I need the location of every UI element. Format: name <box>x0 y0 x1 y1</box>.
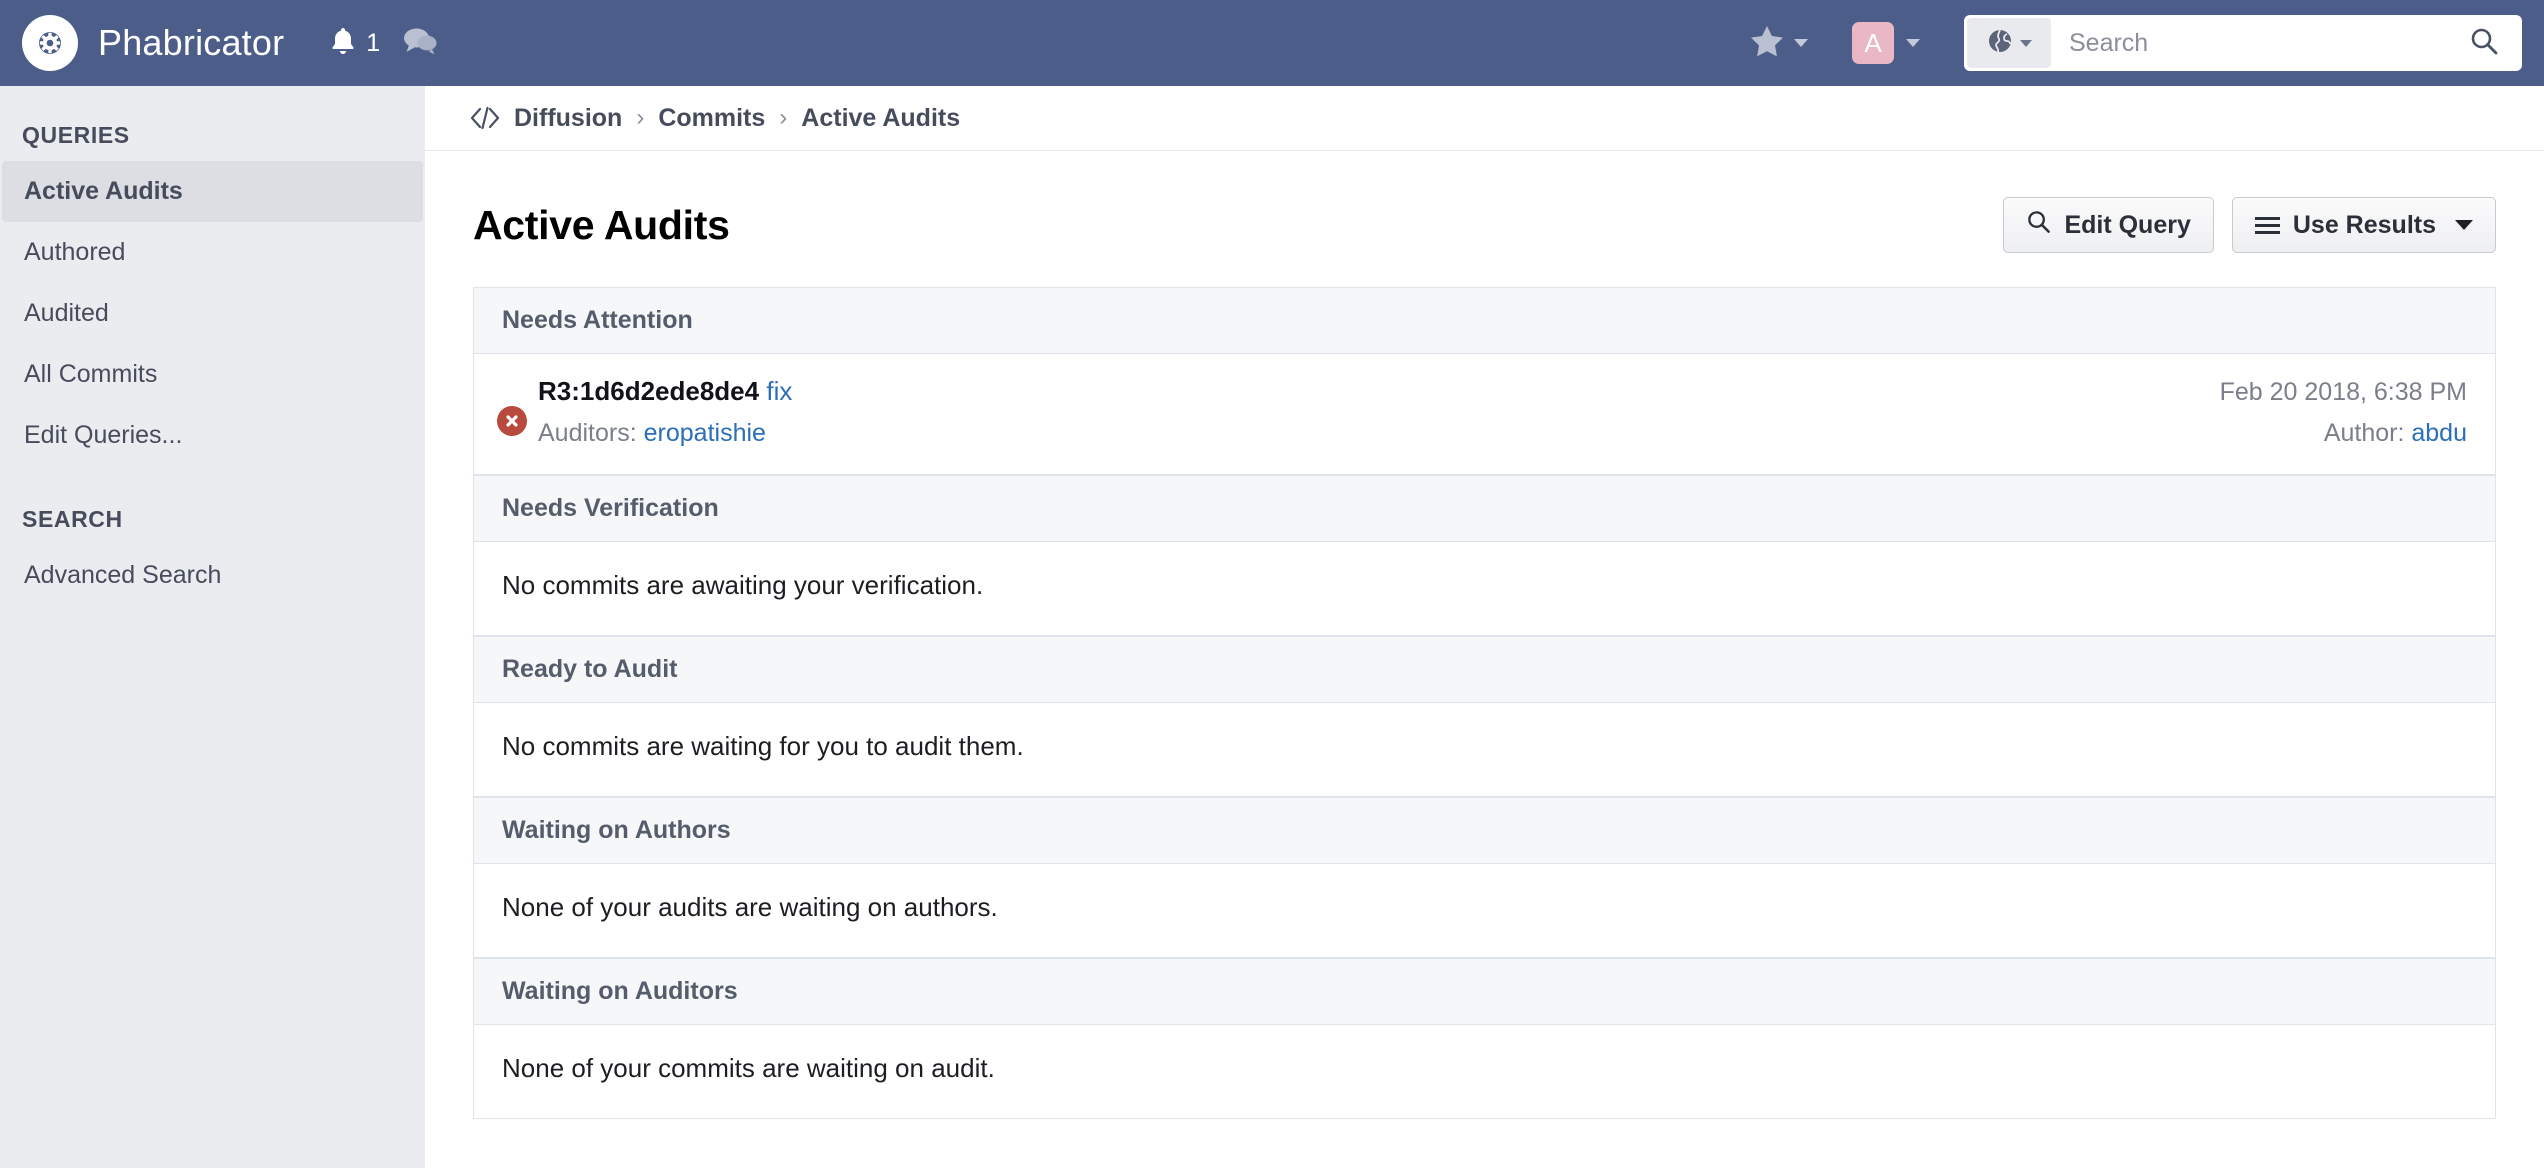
commit-author: Author: abdu <box>2220 419 2467 448</box>
use-results-label: Use Results <box>2292 210 2436 239</box>
author-link[interactable]: abdu <box>2411 419 2467 447</box>
commit-date: Feb 20 2018, 6:38 PM <box>2219 378 2467 406</box>
sidebar-item-active-audits[interactable]: Active Audits <box>2 161 423 222</box>
sidebar-section-queries-label: QUERIES <box>22 122 130 148</box>
sidebar-item-label: Audited <box>24 299 109 327</box>
commit-details: R3:1d6d2ede8de4 fix Auditors: eropatishi… <box>538 376 2190 448</box>
chat-bubbles-icon <box>402 26 438 61</box>
sidebar: QUERIES Active Audits Authored Audited A… <box>0 86 425 1168</box>
brand-title: Phabricator <box>98 22 285 63</box>
breadcrumb-item-active-audits: Active Audits <box>801 103 961 132</box>
main-content: Diffusion › Commits › Active Audits Acti… <box>425 86 2544 1168</box>
globe-icon <box>1987 28 2013 59</box>
commit-meta: Feb 20 2018, 6:38 PM Author: abdu <box>2190 376 2467 448</box>
breadcrumb-item-commits[interactable]: Commits <box>658 104 765 133</box>
section-empty-ready-to-audit: No commits are waiting for you to audit … <box>474 703 2495 797</box>
sidebar-item-advanced-search[interactable]: Advanced Search <box>2 545 423 606</box>
sidebar-item-authored[interactable]: Authored <box>2 222 423 283</box>
code-brackets-icon <box>470 106 500 130</box>
favorites-menu-button[interactable] <box>1734 19 1824 68</box>
header-right-tools: A <box>1734 15 2544 71</box>
search-input[interactable] <box>2051 28 2459 58</box>
user-menu-button[interactable]: A <box>1836 16 1936 70</box>
search-icon <box>2469 26 2499 61</box>
sidebar-item-label: Advanced Search <box>24 561 222 589</box>
hamburger-icon <box>2254 216 2280 234</box>
breadcrumb: Diffusion › Commits › Active Audits <box>425 86 2544 151</box>
section-header-waiting-on-authors: Waiting on Authors <box>474 797 2495 864</box>
sidebar-item-label: Authored <box>24 238 126 266</box>
commit-row[interactable]: R3:1d6d2ede8de4 fix Auditors: eropatishi… <box>474 354 2495 475</box>
sidebar-item-all-commits[interactable]: All Commits <box>2 344 423 405</box>
brand-home-link[interactable]: Phabricator <box>0 15 284 71</box>
section-empty-needs-verification: No commits are awaiting your verificatio… <box>474 542 2495 636</box>
auditors-label: Auditors: <box>538 419 637 447</box>
commit-title-line: R3:1d6d2ede8de4 fix <box>538 376 2190 407</box>
search-scope-button[interactable] <box>1967 18 2051 68</box>
page-title: Active Audits <box>473 201 730 248</box>
red-x-circle-icon <box>497 406 527 436</box>
breadcrumb-item-diffusion[interactable]: Diffusion <box>514 104 622 133</box>
page-actions: Edit Query Use Results <box>2003 197 2496 253</box>
search-icon <box>2026 209 2051 241</box>
section-empty-waiting-on-authors: None of your audits are waiting on autho… <box>474 864 2495 958</box>
caret-down-icon <box>2455 220 2473 230</box>
commit-summary-link[interactable]: fix <box>766 376 792 406</box>
section-header-ready-to-audit: Ready to Audit <box>474 636 2495 703</box>
chevron-down-icon <box>1794 39 1808 47</box>
star-icon <box>1750 25 1784 62</box>
section-header-needs-verification: Needs Verification <box>474 475 2495 542</box>
sidebar-item-edit-queries[interactable]: Edit Queries... <box>2 405 423 466</box>
notification-count: 1 <box>366 28 381 57</box>
section-header-needs-attention: Needs Attention <box>474 288 2495 354</box>
edit-query-button[interactable]: Edit Query <box>2003 197 2214 253</box>
chevron-down-icon <box>2019 39 2032 47</box>
phabricator-eye-gear-icon <box>22 15 78 71</box>
avatar: A <box>1852 22 1894 64</box>
notifications-button[interactable]: 1 <box>328 25 380 62</box>
breadcrumb-separator: › <box>779 104 788 131</box>
commit-identifier[interactable]: R3:1d6d2ede8de4 <box>538 376 759 406</box>
auditor-link[interactable]: eropatishie <box>644 419 766 447</box>
chevron-down-icon <box>1906 39 1920 47</box>
page-header: Active Audits Edit Query Use Results <box>425 151 2544 259</box>
section-empty-waiting-on-auditors: None of your commits are waiting on audi… <box>474 1025 2495 1119</box>
audit-results-box: Needs Attention R3:1d6d2ede8de4 fix Audi… <box>473 287 2496 1119</box>
sidebar-item-audited[interactable]: Audited <box>2 283 423 344</box>
sidebar-item-label: Active Audits <box>24 177 183 205</box>
edit-query-label: Edit Query <box>2064 210 2191 239</box>
search-submit-button[interactable] <box>2459 26 2519 61</box>
section-header-waiting-on-auditors: Waiting on Auditors <box>474 958 2495 1025</box>
sidebar-item-label: Edit Queries... <box>24 421 183 449</box>
global-search <box>1964 15 2522 71</box>
bell-icon <box>328 25 358 62</box>
messages-button[interactable] <box>402 26 438 61</box>
sidebar-section-search-label: SEARCH <box>22 506 123 532</box>
commit-status <box>486 376 538 436</box>
breadcrumb-separator: › <box>636 104 645 131</box>
sidebar-divider-space <box>0 466 425 496</box>
commit-auditors: Auditors: eropatishie <box>538 419 2190 448</box>
sidebar-item-label: All Commits <box>24 360 158 388</box>
top-header-bar: Phabricator 1 A Search <box>0 0 2544 86</box>
author-label: Author: <box>2323 419 2405 447</box>
use-results-button[interactable]: Use Results <box>2231 197 2496 253</box>
